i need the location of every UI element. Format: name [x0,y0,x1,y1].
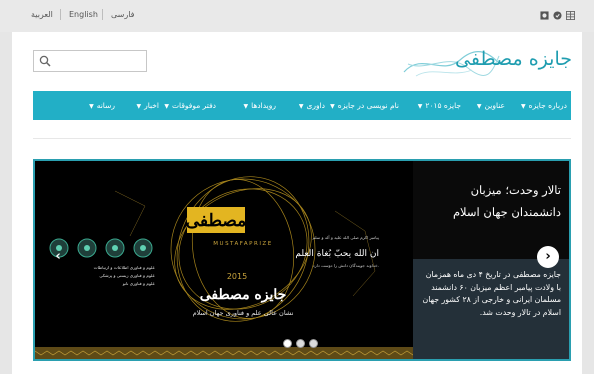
lang-arabic-link[interactable]: العربية [31,10,53,19]
chevron-down-icon: ▼ [89,103,94,110]
main-nav: درباره جایزه▼ عناوین▼ جایزه ۲۰۱۵▼ نام نو… [33,91,571,120]
chevron-down-icon: ▼ [243,103,249,110]
nav-item-label: رسانه [96,101,115,110]
nav-item-label: درباره جایزه [528,101,567,110]
nav-item-media[interactable]: رسانه▼ [89,91,115,120]
search-box[interactable] [33,50,147,72]
chevron-right-icon[interactable]: › [537,246,559,268]
logo-text: جایزه مصطفی [455,48,572,70]
nav-item-events[interactable]: رویدادها▼ [243,91,276,120]
chevron-left-icon[interactable]: ‹ [47,246,69,268]
nav-item-about[interactable]: درباره جایزه▼ [521,91,567,120]
chevron-down-icon: ▼ [164,103,169,110]
nav-item-judging[interactable]: داوری▼ [299,91,325,120]
poster-field-line: علوم و فناوری اطلاعات و ارتباطات [94,265,156,270]
nav-item-titles[interactable]: عناوین▼ [477,91,505,120]
slider-dot[interactable] [283,339,292,348]
lang-separator [102,9,103,20]
nav-item-prize-2015[interactable]: جایزه ۲۰۱۵▼ [418,91,461,120]
poster-hadith-translation: خداوند جویندگان دانش را دوست دارد. [313,263,379,268]
chevron-down-icon: ▼ [330,103,335,110]
nav-item-achievements[interactable]: دفتر موفوقات▼ [164,91,216,120]
poster-subtitle: نشان عالی علم و فناوری جهان اسلام [193,309,294,317]
chevron-down-icon: ▼ [476,103,482,110]
slide-poster-image: مصطفی MUSTAFAPRIZE 2015 جایزه مصطفی نشان… [35,161,433,359]
nav-item-label: رویدادها [251,101,276,110]
nav-item-label: نام نویسی در جایزه [337,101,399,110]
poster-year: 2015 [227,272,247,281]
site-logo[interactable]: جایزه مصطفی [402,44,572,84]
nav-item-registration[interactable]: نام نویسی در جایزه▼ [330,91,399,120]
top-bar: العربية English فارسی [0,0,594,32]
slider-dot[interactable] [309,339,318,348]
poster-hadith-small: پیامبر اکرم صلی الله علیه و آله و سلم [312,235,379,240]
nav-item-label: دفتر موفوقات [172,101,216,110]
lang-farsi-link[interactable]: فارسی [111,10,135,19]
slide-description: جایزه مصطفی در تاریخ ۴ دی ماه همزمان با … [422,270,562,317]
nav-item-label: جایزه ۲۰۱۵ [425,101,461,110]
camera-icon[interactable] [540,11,549,20]
page-container: جایزه مصطفی درباره جایزه▼ عناوین▼ جایزه … [12,32,582,374]
grid-icon[interactable] [566,11,575,20]
poster-field-line: علوم و فناوری زیستی و پزشکی [99,273,155,278]
poster-prize-name: جایزه مصطفی [200,287,287,303]
nav-item-label: عناوین [484,101,505,110]
lang-english-link[interactable]: English [69,10,98,19]
slide-description-box: جایزه مصطفی در تاریخ ۴ دی ماه همزمان با … [413,259,569,359]
nav-item-label: اخبار [144,101,159,110]
search-icon[interactable] [39,55,51,67]
chevron-down-icon: ▼ [521,103,526,110]
nav-item-news[interactable]: اخبار▼ [136,91,159,120]
poster-brand-latin: MUSTAFAPRIZE [213,241,272,247]
lang-separator [60,9,61,20]
poster-field-line: علوم و فناوری نانو [122,281,156,286]
search-input[interactable] [54,52,146,72]
poster-hadith: ان الله یحبّ بُغاة العلم [295,249,379,259]
divider [33,138,571,139]
nav-item-label: داوری [306,101,325,110]
poster-logo-mark: مصطفی [186,211,247,231]
chevron-down-icon: ▼ [136,103,142,110]
chevron-down-icon: ▼ [298,103,304,110]
hero-slider[interactable]: مصطفی MUSTAFAPRIZE 2015 جایزه مصطفی نشان… [33,159,571,361]
circle-icon[interactable] [553,11,562,20]
slider-dot[interactable] [296,339,305,348]
chevron-down-icon: ▼ [417,103,423,110]
slide-title[interactable]: تالار وحدت؛ میزبان دانشمندان جهان اسلام [423,179,561,223]
